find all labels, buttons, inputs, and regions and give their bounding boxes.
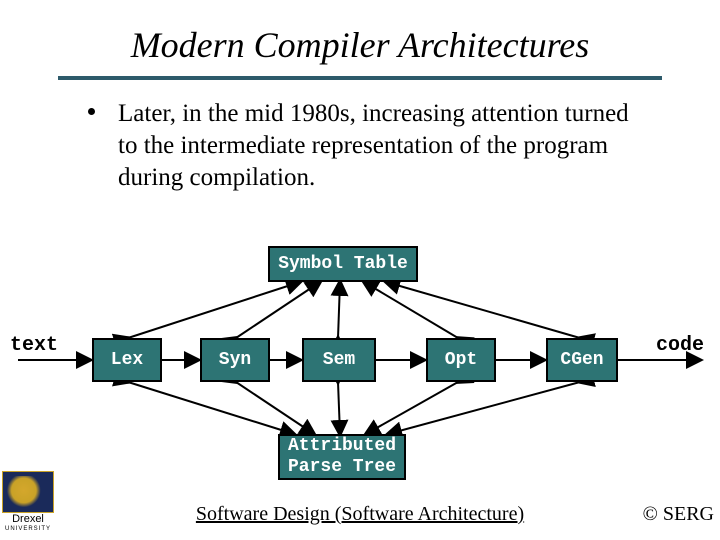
stage-lex: Lex bbox=[92, 338, 162, 382]
compiler-diagram: Symbol Table text Lex Syn Sem Opt CGen c… bbox=[0, 238, 720, 468]
output-label: code bbox=[656, 334, 704, 357]
stage-syn: Syn bbox=[200, 338, 270, 382]
input-label: text bbox=[10, 334, 58, 357]
drexel-logo: Drexel UNIVERSITY bbox=[2, 471, 54, 532]
footer-caption-text: Software Design (Software Architecture) bbox=[196, 503, 524, 525]
stage-opt: Opt bbox=[426, 338, 496, 382]
bullet-text: Later, in the mid 1980s, increasing atte… bbox=[118, 100, 629, 191]
dragon-icon bbox=[2, 471, 54, 513]
bullet-item: Later, in the mid 1980s, increasing atte… bbox=[0, 98, 720, 194]
logo-name: Drexel bbox=[2, 514, 54, 525]
footer-caption: Software Design (Software Architecture) bbox=[0, 503, 720, 526]
copyright: © SERG bbox=[643, 503, 714, 526]
bullet-dot-icon bbox=[88, 108, 95, 115]
page-title: Modern Compiler Architectures bbox=[0, 0, 720, 76]
logo-sub: UNIVERSITY bbox=[2, 526, 54, 532]
stage-cgen: CGen bbox=[546, 338, 618, 382]
title-underline bbox=[58, 76, 662, 80]
stage-sem: Sem bbox=[302, 338, 376, 382]
symbol-table-box: Symbol Table bbox=[268, 246, 418, 282]
parse-tree-box: Attributed Parse Tree bbox=[278, 434, 406, 480]
